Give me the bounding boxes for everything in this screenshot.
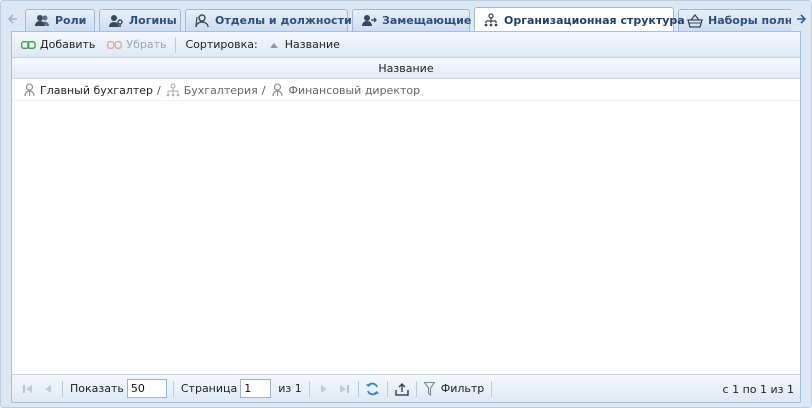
user-key-icon xyxy=(108,14,124,28)
basket-icon xyxy=(687,13,703,28)
filter-button[interactable]: Фильтр xyxy=(421,379,488,399)
tab-org-structure-label: Организационная структура xyxy=(504,13,685,27)
breadcrumb-item-chief-accountant: Главный бухгалтер xyxy=(22,83,153,97)
hierarchy-icon xyxy=(483,13,499,27)
prev-page-icon xyxy=(45,384,51,393)
page-label: Страница xyxy=(180,382,238,395)
org-unit-icon xyxy=(194,13,210,28)
paging-separator xyxy=(357,380,359,397)
arrow-left-icon xyxy=(8,14,17,24)
page-count-label: из 1 xyxy=(278,382,302,395)
link-add-icon xyxy=(21,39,37,51)
paging-separator xyxy=(62,380,63,397)
first-page-button[interactable] xyxy=(18,379,38,399)
tab-substitutes-label: Замещающие xyxy=(382,14,472,27)
paging-toolbar: Показать Страница из 1 xyxy=(12,374,800,402)
arrow-right-icon xyxy=(797,14,806,24)
tab-departments-label: Отделы и должности xyxy=(215,14,352,27)
breadcrumb-label: Главный бухгалтер xyxy=(40,83,153,97)
window-frame: Роли Логины Отделы и должности Замещающи… xyxy=(0,0,812,408)
tab-logins[interactable]: Логины xyxy=(99,9,181,31)
org-structure-panel: Добавить Убрать Сортировка: Название Наз… xyxy=(11,31,801,403)
prev-page-button[interactable] xyxy=(38,379,58,399)
sort-name-label: Название xyxy=(284,38,340,51)
refresh-button[interactable] xyxy=(363,379,383,399)
paging-display-info: с 1 по 1 из 1 xyxy=(723,375,794,403)
remove-button[interactable]: Убрать xyxy=(104,35,169,55)
tab-org-structure[interactable]: Организационная структура xyxy=(474,7,685,31)
column-header-name[interactable]: Название xyxy=(12,58,800,79)
page-number-input[interactable] xyxy=(240,379,272,398)
add-button[interactable]: Добавить xyxy=(18,35,98,55)
paging-separator xyxy=(491,380,493,397)
page-size-input[interactable] xyxy=(126,379,167,398)
export-icon xyxy=(395,382,409,396)
breadcrumb-item-finance-director: Финансовый директор xyxy=(270,83,420,97)
tab-logins-label: Логины xyxy=(129,14,177,27)
users-icon xyxy=(34,14,50,28)
tab-roles[interactable]: Роли xyxy=(25,9,95,31)
filter-label: Фильтр xyxy=(440,382,485,395)
sort-label: Сортировка: xyxy=(185,38,258,51)
sort-name-button[interactable]: Название xyxy=(267,35,343,55)
breadcrumb-label: Бухгалтерия xyxy=(183,83,258,97)
remove-button-label: Убрать xyxy=(126,38,167,51)
breadcrumb-separator: / xyxy=(157,83,161,97)
position-icon xyxy=(22,83,36,97)
next-page-button[interactable] xyxy=(314,379,334,399)
toolbar-separator xyxy=(175,36,177,53)
paging-separator xyxy=(386,380,388,397)
tab-scroll-left-button[interactable] xyxy=(5,7,21,31)
tab-substitutes[interactable]: Замещающие xyxy=(352,9,472,31)
column-header-label: Название xyxy=(378,61,434,75)
breadcrumb-item-accounting: Бухгалтерия xyxy=(166,83,258,97)
table-row[interactable]: Главный бухгалтер / Бухгалтерия / Финанс… xyxy=(12,80,800,101)
paging-separator xyxy=(308,380,310,397)
record-range-label: с 1 по 1 из 1 xyxy=(722,382,794,396)
tabs: Роли Логины Отделы и должности Замещающи… xyxy=(25,7,791,31)
first-page-icon xyxy=(23,384,32,393)
filter-icon xyxy=(423,381,438,396)
show-label: Показать xyxy=(70,382,124,395)
breadcrumb-label: Финансовый директор xyxy=(288,83,421,97)
toolbar: Добавить Убрать Сортировка: Название xyxy=(12,32,800,58)
last-page-button[interactable] xyxy=(334,379,354,399)
breadcrumb-separator: / xyxy=(261,83,266,97)
refresh-icon xyxy=(366,382,380,395)
link-remove-icon xyxy=(107,39,123,51)
substitute-icon xyxy=(361,14,377,28)
tab-permission-sets-label: Наборы полн xyxy=(708,14,791,27)
tab-roles-label: Роли xyxy=(55,14,87,27)
paging-separator xyxy=(172,380,174,397)
tab-permission-sets[interactable]: Наборы полн xyxy=(678,9,791,31)
next-page-icon xyxy=(320,384,327,393)
tab-scroll-right-button[interactable] xyxy=(793,7,809,31)
add-button-label: Добавить xyxy=(40,38,96,51)
last-page-icon xyxy=(339,384,349,393)
tab-strip: Роли Логины Отделы и должности Замещающи… xyxy=(5,7,809,31)
tab-departments[interactable]: Отделы и должности xyxy=(185,9,352,31)
department-icon xyxy=(166,83,180,97)
export-button[interactable] xyxy=(392,379,412,399)
position-icon xyxy=(270,83,284,97)
paging-separator xyxy=(415,380,417,397)
sort-asc-icon xyxy=(269,39,282,51)
